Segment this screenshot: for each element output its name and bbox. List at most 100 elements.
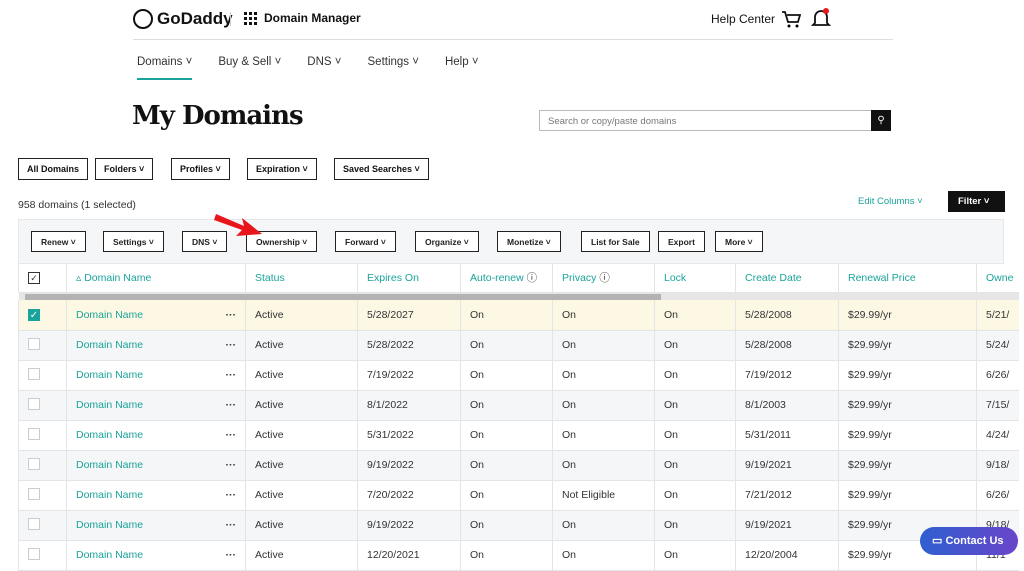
cell-lock: On: [654, 360, 736, 391]
domain-link[interactable]: Domain Name: [76, 459, 143, 471]
row-checkbox[interactable]: [18, 360, 67, 391]
renew-dropdown[interactable]: Renew ˅: [31, 231, 86, 252]
cell-renewal-price: $29.99/yr: [838, 330, 977, 361]
col-lock[interactable]: Lock: [654, 264, 736, 293]
more-options-icon[interactable]: ···: [226, 369, 237, 381]
settings-dropdown[interactable]: Settings ˅: [103, 231, 164, 252]
cell-owner: 5/21/: [976, 300, 1019, 331]
cell-privacy: On: [552, 420, 655, 451]
cell-lock: On: [654, 510, 736, 541]
domain-link[interactable]: Domain Name: [76, 339, 143, 351]
help-center-link[interactable]: Help Center: [711, 12, 775, 26]
row-checkbox[interactable]: ✓: [18, 300, 67, 331]
monetize-dropdown[interactable]: Monetize ˅: [497, 231, 561, 252]
more-options-icon[interactable]: ···: [226, 519, 237, 531]
cell-lock: On: [654, 390, 736, 421]
table-row[interactable]: Domain Name ··· Active 9/19/2022 On On On 9/19/…: [18, 510, 1019, 541]
more-options-icon[interactable]: ···: [226, 489, 237, 501]
domain-link[interactable]: Domain Name: [76, 519, 143, 531]
all-domains-button[interactable]: All Domains: [18, 158, 89, 180]
cell-lock: On: [654, 480, 736, 511]
forward-dropdown[interactable]: Forward ˅: [335, 231, 396, 252]
cell-lock: On: [654, 540, 736, 571]
table-row[interactable]: ✓ Domain Name ··· Active 5/28/2027 On On On 5/28…: [18, 300, 1019, 331]
domain-link[interactable]: Domain Name: [76, 549, 143, 561]
cell-status: Active: [245, 300, 358, 331]
table-row[interactable]: Domain Name ··· Active 8/1/2022 On On On 8/1/20…: [18, 390, 1019, 421]
cell-renewal-price: $29.99/yr: [838, 480, 977, 511]
godaddy-logo-icon: [133, 9, 153, 29]
row-checkbox[interactable]: [18, 330, 67, 361]
expiration-dropdown[interactable]: Expiration ˅: [247, 158, 317, 180]
table-row[interactable]: Domain Name ··· Active 12/20/2021 On On On 12/2…: [18, 540, 1019, 571]
horizontal-scrollbar[interactable]: [18, 292, 1019, 300]
more-options-icon[interactable]: ···: [226, 459, 237, 471]
saved-searches-dropdown[interactable]: Saved Searches ˅: [334, 158, 429, 180]
cart-icon[interactable]: [781, 9, 801, 29]
domain-link[interactable]: Domain Name: [76, 399, 143, 411]
domains-table: ✓ ▵ Domain Name Status Expires On Auto-r…: [18, 264, 1019, 571]
cell-privacy: Not Eligible: [552, 480, 655, 511]
more-options-icon[interactable]: ···: [226, 399, 237, 411]
edit-columns-dropdown[interactable]: Edit Columns ˅: [858, 196, 923, 207]
filter-dropdown[interactable]: Filter ˅: [948, 191, 1005, 212]
nav-dns[interactable]: DNS ˅: [307, 56, 341, 80]
domain-link[interactable]: Domain Name: [76, 369, 143, 381]
cell-auto-renew: On: [460, 480, 553, 511]
row-checkbox[interactable]: [18, 390, 67, 421]
col-renewal-price[interactable]: Renewal Price: [838, 264, 977, 293]
more-options-icon[interactable]: ···: [226, 549, 237, 561]
domain-link[interactable]: Domain Name: [76, 309, 143, 321]
domain-link[interactable]: Domain Name: [76, 489, 143, 501]
table-row[interactable]: Domain Name ··· Active 5/31/2022 On On On 5/31/…: [18, 420, 1019, 451]
cell-owner: 6/26/: [976, 360, 1019, 391]
more-options-icon[interactable]: ···: [226, 339, 237, 351]
col-status[interactable]: Status: [245, 264, 358, 293]
table-row[interactable]: Domain Name ··· Active 7/19/2022 On On On 7/19/…: [18, 360, 1019, 391]
search-button[interactable]: ⚲: [871, 110, 891, 131]
row-checkbox[interactable]: [18, 540, 67, 571]
export-button[interactable]: Export: [658, 231, 705, 252]
cell-privacy: On: [552, 540, 655, 571]
domain-link[interactable]: Domain Name: [76, 429, 143, 441]
cell-privacy: On: [552, 390, 655, 421]
cell-status: Active: [245, 540, 358, 571]
notification-bell-icon[interactable]: [811, 7, 831, 29]
select-all-checkbox[interactable]: ✓: [18, 264, 67, 293]
more-options-icon[interactable]: ···: [226, 429, 237, 441]
nav-domains[interactable]: Domains ˅: [137, 56, 193, 80]
cell-auto-renew: On: [460, 420, 553, 451]
more-dropdown[interactable]: More ˅: [715, 231, 763, 252]
row-checkbox[interactable]: [18, 510, 67, 541]
row-checkbox[interactable]: [18, 450, 67, 481]
search-input[interactable]: Search or copy/paste domains: [539, 110, 872, 131]
nav-buy-sell[interactable]: Buy & Sell ˅: [218, 56, 281, 80]
table-row[interactable]: Domain Name ··· Active 9/19/2022 On On On 9/19/…: [18, 450, 1019, 481]
domain-manager-link[interactable]: Domain Manager: [244, 11, 361, 25]
godaddy-logo[interactable]: GoDaddy: [133, 9, 233, 29]
col-domain-name[interactable]: ▵ Domain Name: [66, 264, 246, 293]
cell-create-date: 5/31/2011: [735, 420, 839, 451]
nav-help[interactable]: Help ˅: [445, 56, 479, 80]
top-bar: GoDaddy Domain Manager Help Center: [133, 0, 893, 40]
nav-settings[interactable]: Settings ˅: [368, 56, 419, 80]
col-owner[interactable]: Owne: [976, 264, 1019, 293]
profiles-dropdown[interactable]: Profiles ˅: [171, 158, 230, 180]
cell-auto-renew: On: [460, 360, 553, 391]
col-privacy[interactable]: Privacy ⓘ: [552, 264, 655, 293]
col-auto-renew[interactable]: Auto-renew ⓘ: [460, 264, 553, 293]
col-expires-on[interactable]: Expires On: [357, 264, 461, 293]
table-row[interactable]: Domain Name ··· Active 5/28/2022 On On On 5/28/…: [18, 330, 1019, 361]
row-checkbox[interactable]: [18, 420, 67, 451]
row-checkbox[interactable]: [18, 480, 67, 511]
folders-dropdown[interactable]: Folders ˅: [95, 158, 154, 180]
cell-create-date: 5/28/2008: [735, 300, 839, 331]
list-for-sale-button[interactable]: List for Sale: [581, 231, 650, 252]
table-row[interactable]: Domain Name ··· Active 7/20/2022 On Not Eligi…: [18, 480, 1019, 511]
cell-auto-renew: On: [460, 540, 553, 571]
domain-count: 958 domains (1 selected): [18, 199, 136, 211]
more-options-icon[interactable]: ···: [226, 309, 237, 321]
contact-us-button[interactable]: ▭ Contact Us: [920, 527, 1018, 555]
organize-dropdown[interactable]: Organize ˅: [415, 231, 479, 252]
col-create-date[interactable]: Create Date: [735, 264, 839, 293]
